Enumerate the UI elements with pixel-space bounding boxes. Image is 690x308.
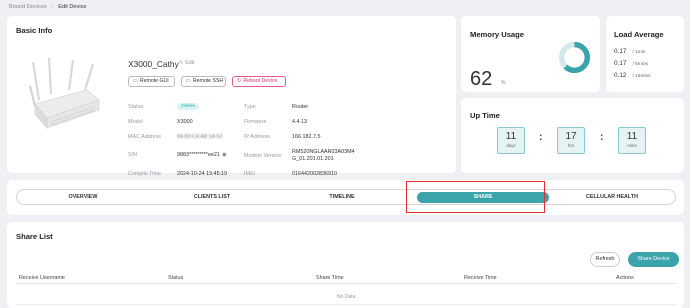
up-time-title: Up Time (470, 111, 500, 120)
mac-address-label: MAC Address (128, 134, 161, 140)
uptime-days-label: days (506, 143, 516, 148)
tab-clients-list[interactable]: CLIENTS LIST (149, 192, 275, 203)
status-label: Status (128, 104, 144, 110)
status-badge: Online (177, 103, 199, 110)
tab-cellular-health[interactable]: CELLULAR HEALTH (549, 192, 675, 203)
reboot-icon: ↻ (237, 78, 242, 84)
load-average-card: Load Average 0.17 / 1min 0.17 / 5mins 0.12… (606, 16, 684, 92)
uptime-days-box: 11 days (497, 127, 525, 154)
ip-address-label: IP Address (244, 134, 270, 140)
sn-field: 9883*********ee21 ◉ (177, 152, 227, 158)
remote-gui-button[interactable]: ▭ Remote GUI (128, 76, 175, 87)
tab-timeline[interactable]: TIMELINE (279, 192, 405, 203)
modem-version-label: Modem Version (244, 153, 282, 159)
compile-time-value: 2024-10-24 19:45:19 (177, 171, 228, 177)
uptime-days-value: 11 (505, 131, 517, 142)
load-5mins-unit: / 5mins (632, 62, 648, 67)
modem-version-value-line2: G_01.201.01.201 (292, 156, 334, 162)
imei-label: IMEI (244, 171, 256, 177)
model-label: Model (128, 119, 143, 125)
memory-usage-unit: % (501, 80, 506, 86)
empty-state-text: No Data (337, 294, 356, 300)
breadcrumb-parent-link[interactable]: Bound Devices (9, 4, 47, 10)
load-5mins-value: 0.17 (614, 60, 627, 67)
remote-gui-label: Remote GUI (139, 78, 169, 84)
load-1min-value: 0.17 (614, 48, 627, 55)
firmware-label: Firmware (244, 119, 267, 125)
load-row-15mins: 0.12 / 15mins (614, 72, 651, 79)
sn-value: 9883*********ee21 (177, 152, 220, 158)
edit-link[interactable]: ✎ Edit (179, 60, 194, 66)
tab-overview[interactable]: OVERVIEW (20, 192, 146, 203)
breadcrumb-separator: / (51, 4, 54, 10)
share-tab-highlight (406, 181, 545, 213)
share-list-card: Share List Refresh Share Device Receive … (7, 222, 684, 308)
column-header-receive-time: Receive Time (464, 275, 497, 281)
tabs-card: OVERVIEW CLIENTS LIST TIMELINE SHARE CEL… (7, 180, 684, 215)
share-device-button[interactable]: Share Device (628, 252, 679, 267)
load-row-5mins: 0.17 / 5mins (614, 60, 648, 67)
uptime-hours-label: hrs (567, 143, 575, 148)
monitor-icon: ▭ (133, 78, 138, 84)
load-1min-unit: / 1min (632, 50, 646, 55)
breadcrumb: Bound Devices / Edit Device (9, 4, 86, 10)
uptime-minutes-value: 11 (626, 131, 638, 142)
type-label: Type (244, 104, 256, 110)
ip-address-value: 166.182.7.5 (292, 134, 321, 140)
uptime-hours-value: 17 (565, 131, 577, 142)
router-image (29, 57, 100, 129)
load-15mins-value: 0.12 (614, 72, 627, 79)
sn-label: S/N (128, 152, 137, 158)
mac-address-value: 94:83:C4:A8:1A:52 (177, 134, 223, 140)
column-header-share-time: Share Time (316, 275, 344, 281)
load-average-title: Load Average (614, 30, 664, 39)
table-row-divider (16, 304, 676, 305)
reboot-device-button[interactable]: ↻ Reboot Device (232, 76, 286, 87)
remote-ssh-label: Remote SSH (192, 78, 224, 84)
load-15mins-unit: / 15mins (632, 74, 651, 79)
remote-ssh-button[interactable]: ▭ Remote SSH (181, 76, 226, 87)
imei-value: 016442002836910 (292, 171, 337, 177)
type-value: Router (292, 104, 309, 110)
memory-usage-donut (558, 41, 591, 74)
device-name: X3000_Cathy (128, 59, 179, 69)
column-header-actions: Actions (616, 275, 634, 281)
load-row-1min: 0.17 / 1min (614, 48, 646, 55)
modem-version-value-line1: RM520NGLAAR03A03M4 (292, 149, 355, 155)
edit-label: Edit (185, 60, 195, 66)
basic-info-card: Basic Info X3000_Cathy ✎ Edit ▭ Remote GUI… (7, 16, 456, 177)
firmware-value: 4.4.13 (292, 119, 307, 125)
refresh-button[interactable]: Refresh (590, 252, 620, 267)
column-header-receive-username: Receive Username (19, 275, 65, 281)
reboot-device-label: Reboot Device (243, 78, 278, 84)
pencil-icon: ✎ (179, 60, 184, 66)
memory-usage-value: 62 (470, 68, 493, 90)
uptime-minutes-label: mins (627, 143, 637, 148)
tab-bar: OVERVIEW CLIENTS LIST TIMELINE SHARE CEL… (16, 189, 676, 205)
uptime-minutes-box: 11 mins (618, 127, 646, 154)
eye-icon[interactable]: ◉ (222, 152, 227, 158)
uptime-separator: : (539, 132, 543, 143)
breadcrumb-current: Edit Device (58, 4, 87, 10)
up-time-card: Up Time 11 days : 17 hrs : 11 mins (461, 98, 684, 173)
model-value: X3000 (177, 119, 193, 125)
basic-info-title: Basic Info (16, 26, 53, 35)
uptime-hours-box: 17 hrs (557, 127, 585, 154)
uptime-separator: : (600, 132, 604, 143)
memory-usage-title: Memory Usage (470, 30, 525, 39)
terminal-icon: ▭ (186, 78, 191, 84)
share-list-title: Share List (16, 232, 53, 241)
table-header-divider (16, 283, 676, 284)
column-header-status: Status (168, 275, 184, 281)
compile-time-label: Compile Time (128, 171, 161, 177)
